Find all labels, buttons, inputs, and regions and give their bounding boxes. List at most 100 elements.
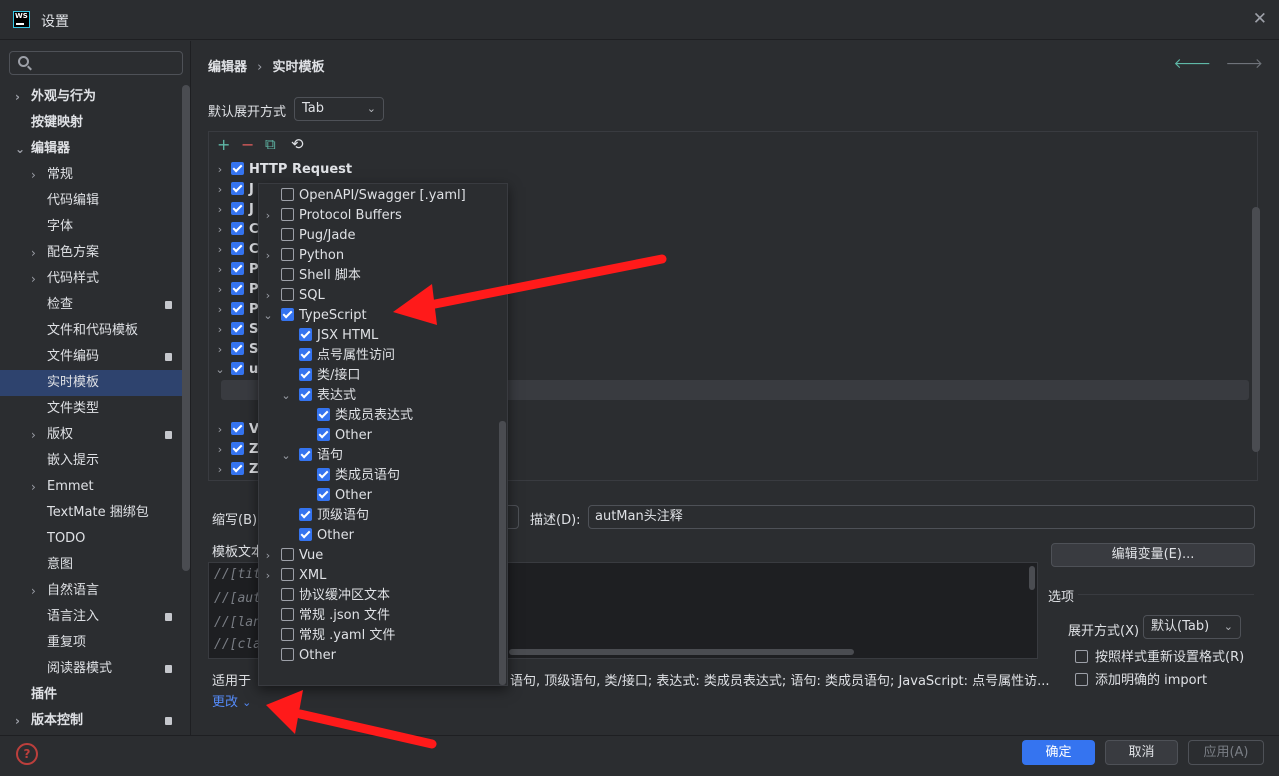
template-checkbox[interactable]: [231, 182, 244, 195]
sidebar-item[interactable]: › 外观与行为: [0, 84, 190, 110]
context-item[interactable]: JSX HTML: [299, 326, 378, 346]
context-item[interactable]: Other: [317, 426, 372, 446]
chevron-right-icon[interactable]: ›: [213, 220, 227, 240]
template-checkbox[interactable]: [231, 442, 244, 455]
tree-row[interactable]: › S: [213, 340, 258, 360]
context-item[interactable]: 类成员语句: [317, 466, 400, 486]
sidebar-item[interactable]: 插件: [0, 682, 190, 708]
remove-template-icon[interactable]: −: [241, 135, 254, 154]
sidebar-item[interactable]: › 配色方案: [0, 240, 190, 266]
sidebar-item[interactable]: 文件编码: [0, 344, 190, 370]
chevron-right-icon[interactable]: ›: [15, 84, 20, 110]
sidebar-item[interactable]: › 版权: [0, 422, 190, 448]
context-checkbox[interactable]: [281, 568, 294, 581]
context-checkbox[interactable]: [281, 208, 294, 221]
forward-arrow-icon[interactable]: 🡒: [1225, 56, 1263, 72]
context-item[interactable]: OpenAPI/Swagger [.yaml]: [281, 186, 466, 206]
tree-row[interactable]: › P: [213, 280, 259, 300]
chevron-down-icon[interactable]: ⌄: [279, 386, 293, 406]
template-checkbox[interactable]: [231, 422, 244, 435]
context-item[interactable]: › XML: [266, 566, 326, 586]
sidebar-item[interactable]: 意图: [0, 552, 190, 578]
sidebar-scrollbar[interactable]: [182, 85, 190, 571]
tree-row[interactable]: › C: [213, 240, 259, 260]
sidebar-item[interactable]: › 自然语言: [0, 578, 190, 604]
context-checkbox[interactable]: [317, 488, 330, 501]
context-item[interactable]: Shell 脚本: [281, 266, 361, 286]
sidebar-item[interactable]: TextMate 捆绑包: [0, 500, 190, 526]
context-item[interactable]: › SQL: [266, 286, 325, 306]
copy-template-icon[interactable]: ⧉: [265, 135, 276, 153]
tree-row[interactable]: › V: [213, 420, 259, 440]
chevron-right-icon[interactable]: ›: [213, 320, 227, 340]
sidebar-item[interactable]: 阅读器模式: [0, 656, 190, 682]
tree-row[interactable]: › J: [213, 180, 254, 200]
sidebar-item[interactable]: › 版本控制: [0, 708, 190, 734]
description-input[interactable]: autMan头注释: [588, 505, 1255, 529]
chevron-right-icon[interactable]: ›: [15, 708, 20, 734]
search-input[interactable]: [10, 52, 182, 74]
sidebar-item[interactable]: 文件类型: [0, 396, 190, 422]
context-checkbox[interactable]: [281, 228, 294, 241]
context-checkbox[interactable]: [299, 348, 312, 361]
expand-by-select[interactable]: Tab ⌄: [294, 97, 384, 121]
context-item[interactable]: 协议缓冲区文本: [281, 586, 390, 606]
breadcrumb-editor[interactable]: 编辑器: [208, 60, 247, 75]
chevron-down-icon[interactable]: ⌄: [15, 136, 25, 162]
chevron-right-icon[interactable]: ›: [213, 340, 227, 360]
sidebar-item[interactable]: 代码编辑: [0, 188, 190, 214]
tree-row[interactable]: › HTTP Request: [213, 160, 352, 180]
chevron-right-icon[interactable]: ›: [31, 474, 36, 500]
chevron-right-icon[interactable]: ›: [213, 460, 227, 480]
context-item[interactable]: Pug/Jade: [281, 226, 356, 246]
sidebar-item[interactable]: ⌄ 编辑器: [0, 136, 190, 162]
back-arrow-icon[interactable]: 🡐: [1173, 56, 1211, 72]
template-checkbox[interactable]: [231, 162, 244, 175]
context-checkbox[interactable]: [281, 308, 294, 321]
context-checkbox[interactable]: [317, 428, 330, 441]
context-item[interactable]: › Protocol Buffers: [266, 206, 402, 226]
chevron-right-icon[interactable]: ›: [213, 260, 227, 280]
context-checkbox[interactable]: [317, 468, 330, 481]
chevron-right-icon[interactable]: ›: [261, 246, 275, 266]
editor-hscrollbar[interactable]: [509, 649, 854, 655]
context-checkbox[interactable]: [281, 648, 294, 661]
tree-row[interactable]: › P: [213, 260, 259, 280]
chevron-right-icon[interactable]: ›: [213, 160, 227, 180]
chevron-right-icon[interactable]: ›: [31, 240, 36, 266]
context-checkbox[interactable]: [281, 188, 294, 201]
add-import-option[interactable]: 添加明确的 import: [1075, 669, 1207, 688]
template-checkbox[interactable]: [231, 342, 244, 355]
tree-row[interactable]: › P: [213, 300, 259, 320]
context-item[interactable]: 顶级语句: [299, 506, 369, 526]
context-checkbox[interactable]: [281, 288, 294, 301]
chevron-right-icon[interactable]: ›: [261, 286, 275, 306]
apply-button[interactable]: 应用(A): [1188, 740, 1264, 765]
tree-row[interactable]: › S: [213, 320, 258, 340]
help-icon[interactable]: ?: [16, 743, 38, 765]
tree-row[interactable]: › Z: [213, 440, 258, 460]
context-item[interactable]: Other: [281, 646, 336, 666]
sidebar-item[interactable]: › 常规: [0, 162, 190, 188]
context-checkbox[interactable]: [281, 628, 294, 641]
context-checkbox[interactable]: [281, 588, 294, 601]
template-checkbox[interactable]: [231, 322, 244, 335]
cancel-button[interactable]: 取消: [1105, 740, 1178, 765]
context-item[interactable]: Other: [317, 486, 372, 506]
context-checkbox[interactable]: [299, 528, 312, 541]
context-checkbox[interactable]: [281, 268, 294, 281]
sidebar-item[interactable]: 按键映射: [0, 110, 190, 136]
context-item[interactable]: 点号属性访问: [299, 346, 395, 366]
edit-variables-button[interactable]: 编辑变量(E)...: [1051, 543, 1255, 567]
restore-defaults-icon[interactable]: ⟲: [291, 135, 304, 153]
sidebar-item[interactable]: TODO: [0, 526, 190, 552]
template-checkbox[interactable]: [231, 262, 244, 275]
chevron-right-icon[interactable]: ›: [213, 420, 227, 440]
context-checkbox[interactable]: [299, 508, 312, 521]
context-item[interactable]: 类/接口: [299, 366, 360, 386]
context-checkbox[interactable]: [299, 328, 312, 341]
chevron-right-icon[interactable]: ›: [213, 240, 227, 260]
expand-with-select[interactable]: 默认(Tab) ⌄: [1143, 615, 1241, 639]
chevron-down-icon[interactable]: ⌄: [213, 360, 227, 380]
context-checkbox[interactable]: [299, 368, 312, 381]
